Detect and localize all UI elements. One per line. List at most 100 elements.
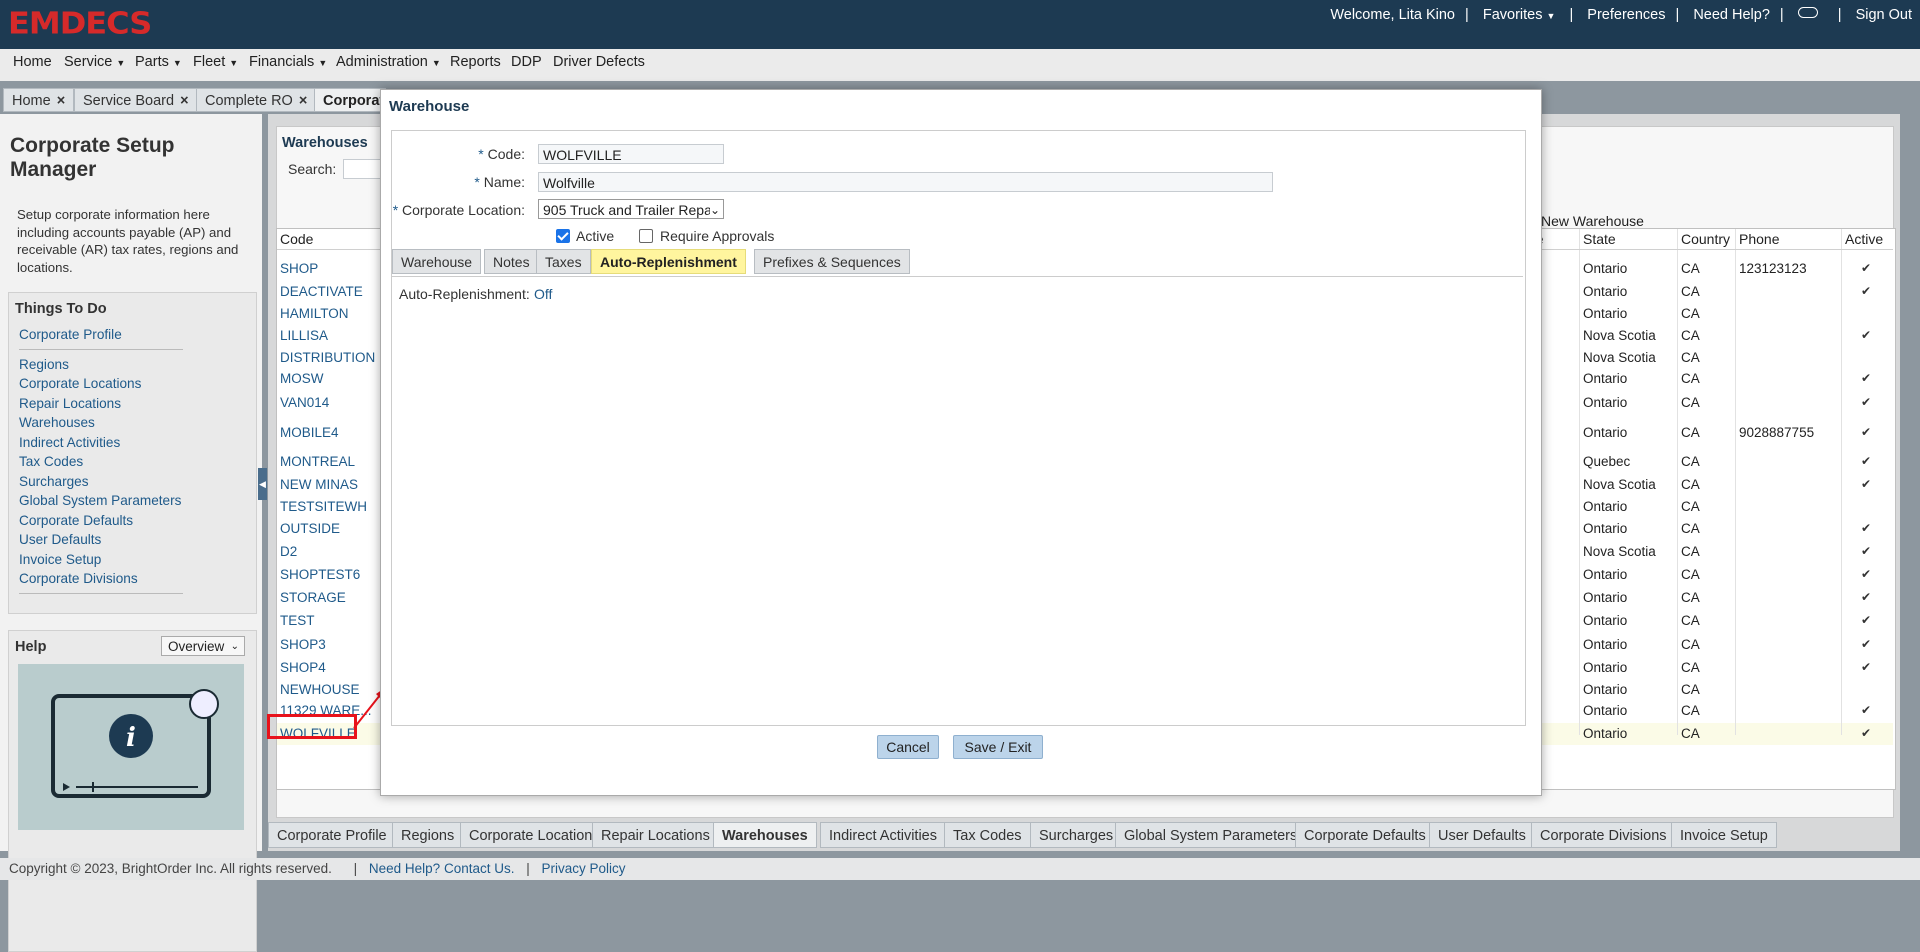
- cancel-button[interactable]: Cancel: [877, 735, 939, 759]
- subtab-corporate-profile[interactable]: Corporate Profile: [268, 822, 396, 848]
- favorites-menu[interactable]: Favorites ▼: [1483, 7, 1556, 23]
- warehouse-code-link[interactable]: DISTRIBUTION: [280, 350, 375, 365]
- link-tax-codes[interactable]: Tax Codes: [19, 454, 83, 469]
- help-video-thumbnail[interactable]: i: [18, 664, 244, 830]
- col-code[interactable]: Code: [280, 231, 313, 247]
- link-corporate-divisions[interactable]: Corporate Divisions: [19, 571, 138, 586]
- col-phone[interactable]: Phone: [1739, 231, 1779, 247]
- warehouse-code-link[interactable]: OUTSIDE: [280, 521, 340, 536]
- col-active[interactable]: Active: [1845, 231, 1883, 247]
- warehouse-code-link[interactable]: DEACTIVATE: [280, 284, 363, 299]
- warehouse-code-link[interactable]: TESTSITEWH: [280, 499, 367, 514]
- top-links: Welcome, Lita Kino | Favorites ▼ | Prefe…: [1330, 7, 1912, 23]
- col-state[interactable]: State: [1583, 231, 1616, 247]
- subtab-corporate-divisions[interactable]: Corporate Divisions: [1531, 822, 1676, 848]
- tab-corporate[interactable]: Corporate: [314, 88, 386, 112]
- code-label: * Code:: [478, 146, 525, 162]
- nav-fleet[interactable]: Fleet ▼: [193, 54, 238, 70]
- nav-driver-defects[interactable]: Driver Defects: [553, 54, 645, 70]
- privacy-link[interactable]: Privacy Policy: [542, 861, 626, 876]
- nav-administration[interactable]: Administration ▼: [336, 54, 441, 70]
- nav-service[interactable]: Service ▼: [64, 54, 125, 70]
- nav-reports[interactable]: Reports: [450, 54, 501, 70]
- warehouse-code-link[interactable]: SHOP: [280, 261, 318, 276]
- link-invoice-setup[interactable]: Invoice Setup: [19, 552, 101, 567]
- warehouse-code-link[interactable]: NEWHOUSE: [280, 682, 360, 697]
- subtab-global-system-parameters[interactable]: Global System Parameters: [1115, 822, 1307, 848]
- warehouse-dialog: Warehouse * Code: WOLFVILLE * Name: Wolf…: [380, 89, 1542, 796]
- link-corporate-profile[interactable]: Corporate Profile: [19, 327, 122, 342]
- country-cell: CA: [1681, 726, 1700, 741]
- subtab-user-defaults[interactable]: User Defaults: [1429, 822, 1535, 848]
- link-repair-locations[interactable]: Repair Locations: [19, 396, 121, 411]
- link-indirect-activities[interactable]: Indirect Activities: [19, 435, 120, 450]
- subtab-tax-codes[interactable]: Tax Codes: [944, 822, 1031, 848]
- column-divider: [1841, 229, 1842, 735]
- save-exit-button[interactable]: Save / Exit: [953, 735, 1043, 759]
- link-surcharges[interactable]: Surcharges: [19, 474, 89, 489]
- tab-taxes[interactable]: Taxes: [536, 249, 591, 274]
- active-check-icon: ✔: [1861, 521, 1872, 535]
- link-warehouses[interactable]: Warehouses: [19, 415, 95, 430]
- link-user-defaults[interactable]: User Defaults: [19, 532, 101, 547]
- warehouse-code-link[interactable]: D2: [280, 544, 297, 559]
- emdecs-logo[interactable]: EMDECS: [8, 5, 152, 41]
- subtab-invoice-setup[interactable]: Invoice Setup: [1671, 822, 1777, 848]
- tab-prefixes-sequences[interactable]: Prefixes & Sequences: [754, 249, 910, 274]
- nav-ddp[interactable]: DDP: [511, 54, 542, 70]
- need-help-link[interactable]: Need Help?: [1693, 7, 1770, 23]
- warehouse-code-link[interactable]: SHOPTEST6: [280, 567, 360, 582]
- auto-replenishment-value[interactable]: Off: [534, 286, 552, 302]
- warehouse-code-link[interactable]: SHOP3: [280, 637, 326, 652]
- contact-link[interactable]: Need Help? Contact Us.: [369, 861, 515, 876]
- link-corporate-locations[interactable]: Corporate Locations: [19, 376, 141, 391]
- tab-complete-ro[interactable]: Complete RO ×: [196, 88, 317, 112]
- warehouses-title: Warehouses: [282, 135, 368, 151]
- tab-notes[interactable]: Notes: [484, 249, 539, 274]
- subtab-indirect-activities[interactable]: Indirect Activities: [820, 822, 946, 848]
- warehouse-code-link[interactable]: NEW MINAS: [280, 477, 358, 492]
- collapse-panel-handle[interactable]: ◀: [258, 468, 267, 500]
- link-corporate-defaults[interactable]: Corporate Defaults: [19, 513, 133, 528]
- subtab-repair-locations[interactable]: Repair Locations: [592, 822, 719, 848]
- tab-warehouse[interactable]: Warehouse: [392, 249, 482, 274]
- col-country[interactable]: Country: [1681, 231, 1730, 247]
- link-regions[interactable]: Regions: [19, 357, 69, 372]
- link-global-system-parameters[interactable]: Global System Parameters: [19, 493, 181, 508]
- help-topic-select[interactable]: Overview ⌄: [161, 636, 245, 656]
- preferences-link[interactable]: Preferences: [1587, 7, 1665, 23]
- warehouse-code-link[interactable]: VAN014: [280, 395, 329, 410]
- warehouse-code-link[interactable]: STORAGE: [280, 590, 346, 605]
- warehouse-code-link[interactable]: MOBILE4: [280, 425, 339, 440]
- subtab-regions[interactable]: Regions: [392, 822, 464, 848]
- sign-out-link[interactable]: Sign Out: [1856, 7, 1912, 23]
- subtab-corporate-defaults[interactable]: Corporate Defaults: [1295, 822, 1435, 848]
- subtab-warehouses[interactable]: Warehouses: [713, 822, 817, 848]
- warehouse-code-link[interactable]: HAMILTON: [280, 306, 349, 321]
- tab-home[interactable]: Home ×: [3, 88, 75, 112]
- subtab-surcharges[interactable]: Surcharges: [1030, 822, 1123, 848]
- nav-home[interactable]: Home: [13, 54, 52, 70]
- name-field[interactable]: Wolfville: [538, 172, 1273, 192]
- active-check-icon: ✔: [1861, 726, 1872, 740]
- search-input[interactable]: [343, 159, 385, 179]
- toggle-icon[interactable]: [1797, 7, 1818, 18]
- subtab-corporate-location[interactable]: Corporate Location: [460, 822, 602, 848]
- warehouse-code-link[interactable]: SHOP4: [280, 660, 326, 675]
- warehouse-code-link[interactable]: TEST: [280, 613, 315, 628]
- warehouse-code-link[interactable]: MOSW: [280, 371, 324, 386]
- column-divider: [1735, 229, 1736, 735]
- corporate-location-select[interactable]: 905 Truck and Trailer Repair ⌄: [538, 199, 724, 219]
- nav-financials[interactable]: Financials ▼: [249, 54, 327, 70]
- require-approvals-checkbox[interactable]: [639, 229, 653, 243]
- country-cell: CA: [1681, 425, 1700, 440]
- column-divider: [1579, 229, 1580, 735]
- warehouse-code-link[interactable]: MONTREAL: [280, 454, 355, 469]
- tab-service-board[interactable]: Service Board ×: [74, 88, 198, 112]
- active-checkbox[interactable]: [556, 229, 570, 243]
- nav-parts[interactable]: Parts ▼: [135, 54, 182, 70]
- warehouse-code-link[interactable]: LILLISA: [280, 328, 328, 343]
- copyright-text: Copyright © 2023, BrightOrder Inc. All r…: [9, 861, 332, 876]
- code-field[interactable]: WOLFVILLE: [538, 144, 724, 164]
- tab-auto-replenishment[interactable]: Auto-Replenishment: [591, 249, 746, 274]
